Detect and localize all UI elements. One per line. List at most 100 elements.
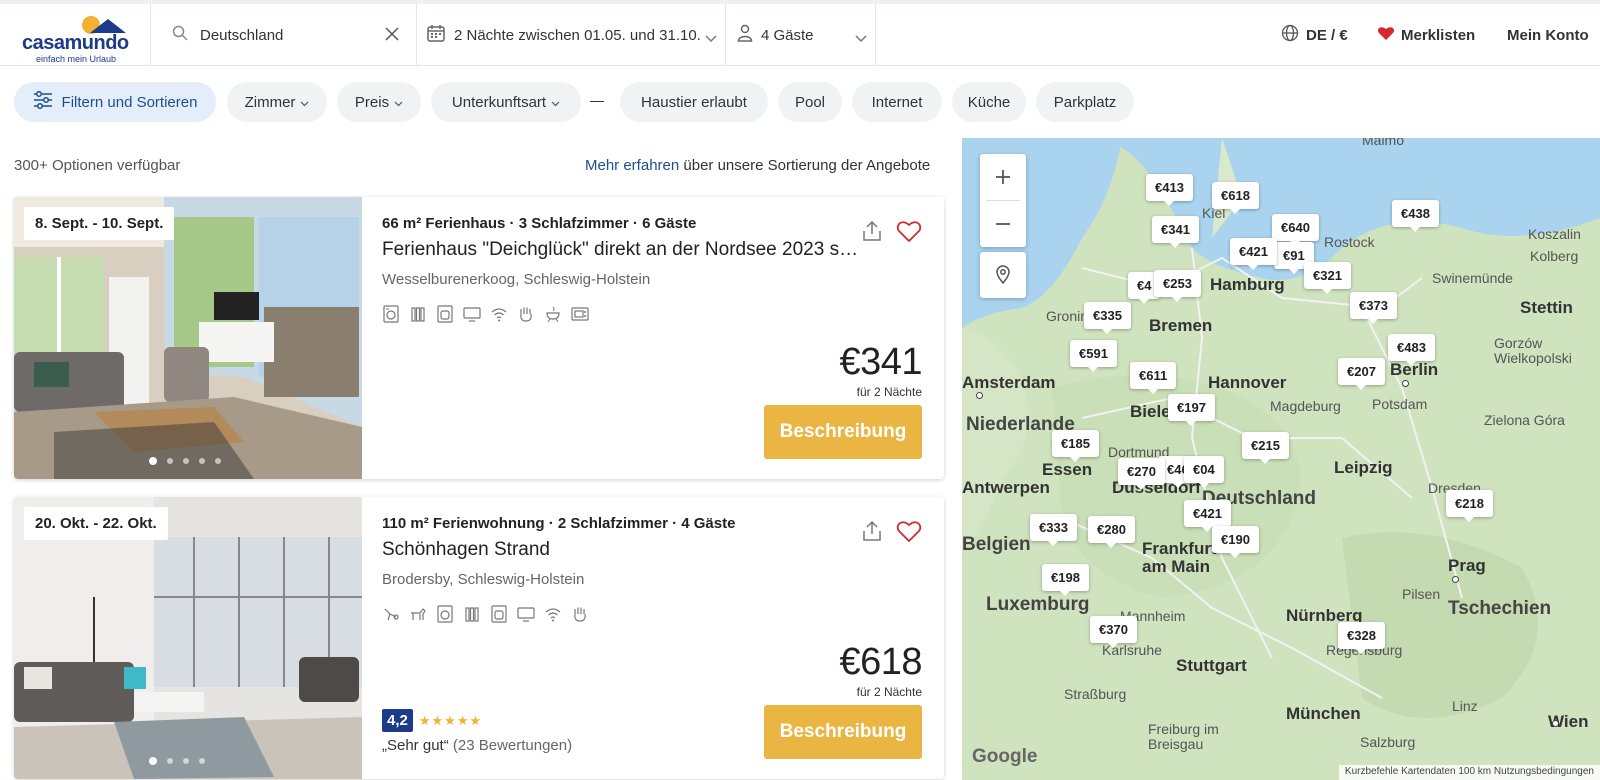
carousel-dot[interactable] <box>149 757 157 765</box>
internet-filter[interactable]: Internet <box>852 82 942 122</box>
account-button[interactable]: Mein Konto <box>1507 4 1589 66</box>
city-label: Kolberg <box>1530 248 1579 264</box>
pool-filter[interactable]: Pool <box>778 82 842 122</box>
city-label: Amsterdam <box>962 373 1056 392</box>
price-pin[interactable]: €591 <box>1070 340 1117 372</box>
description-button[interactable]: Beschreibung <box>764 405 922 459</box>
rating-stars-icon: ★★★★★ <box>418 712 483 728</box>
casamundo-logo[interactable]: casamundo einfach mein Urlaub <box>22 14 132 64</box>
carousel-dot[interactable] <box>149 457 157 465</box>
tv-icon <box>463 305 481 323</box>
price-pin[interactable]: €198 <box>1042 564 1089 596</box>
favorite-heart-icon[interactable] <box>896 519 922 548</box>
rooms-filter[interactable]: Zimmer <box>227 82 327 122</box>
price-pin[interactable]: €215 <box>1242 432 1289 464</box>
chevron-down-icon <box>855 30 867 48</box>
close-icon[interactable] <box>384 26 400 47</box>
date-badge: 20. Okt. - 22. Okt. <box>24 507 168 540</box>
price-pin[interactable]: €04 <box>1184 456 1224 488</box>
wishlists-button[interactable]: Merklisten <box>1377 4 1475 66</box>
carousel-dot[interactable] <box>199 758 205 764</box>
price-pin[interactable]: €197 <box>1168 394 1215 426</box>
pool-filter-label: Pool <box>794 93 826 111</box>
city-label: Hannover <box>1208 373 1287 392</box>
carousel-dot[interactable] <box>199 458 205 464</box>
city-label: Stettin <box>1520 298 1573 317</box>
price-pin[interactable]: €185 <box>1052 430 1099 462</box>
zoom-in-button[interactable] <box>980 154 1026 200</box>
price-pin[interactable]: €218 <box>1446 490 1493 522</box>
search-input[interactable]: Deutschland <box>200 27 283 44</box>
price-pin[interactable]: €190 <box>1212 526 1259 558</box>
price-filter[interactable]: Preis <box>337 82 421 122</box>
listing-title[interactable]: Schönhagen Strand <box>382 539 862 561</box>
sort-info-link[interactable]: Mehr erfahren <box>585 157 679 174</box>
price-pin[interactable]: €483 <box>1388 334 1435 366</box>
language-currency-button[interactable]: DE / € <box>1281 4 1348 66</box>
listing-card[interactable]: 20. Okt. - 22. Okt. 110 m² Ferienwohnung… <box>14 497 944 779</box>
price-pin[interactable]: €618 <box>1212 182 1259 214</box>
price-pin[interactable]: €370 <box>1090 616 1137 648</box>
carousel-dot[interactable] <box>183 458 189 464</box>
share-icon[interactable] <box>860 519 884 548</box>
description-button[interactable]: Beschreibung <box>764 705 922 759</box>
map-attribution[interactable]: Kurzbefehle Kartendaten 100 km Nutzungsb… <box>1338 765 1600 780</box>
price-pin[interactable]: €421 <box>1230 238 1277 270</box>
share-icon[interactable] <box>860 219 884 248</box>
price-pin[interactable]: €328 <box>1338 622 1385 654</box>
price-pin[interactable]: €438 <box>1392 200 1439 232</box>
rating-badge: 4,2 <box>382 709 413 732</box>
price-pin[interactable]: €421 <box>1184 500 1231 532</box>
rating-verdict: „Sehr gut“ <box>382 737 449 754</box>
location-pin-button[interactable] <box>980 252 1026 298</box>
results-map[interactable]: Kiel Rostock Koszalin Kolberg Swinemünde… <box>962 138 1600 780</box>
amenities-row <box>382 305 589 323</box>
city-label: Potsdam <box>1372 396 1428 412</box>
property-type-filter-label: Unterkunftsart <box>451 93 547 111</box>
price-pin[interactable]: €611 <box>1130 362 1177 394</box>
carousel-dot[interactable] <box>167 758 173 764</box>
listing-title[interactable]: Ferienhaus "Deichglück" direkt an der No… <box>382 239 862 261</box>
filter-sort-button[interactable]: Filtern und Sortieren <box>14 82 216 122</box>
price-pin[interactable]: €373 <box>1350 292 1397 324</box>
price-pin[interactable]: €321 <box>1304 262 1351 294</box>
property-type-filter[interactable]: Unterkunftsart <box>431 82 581 122</box>
carousel-dot[interactable] <box>183 758 189 764</box>
price-pin[interactable]: €335 <box>1084 302 1131 334</box>
listing-photo[interactable]: 8. Sept. - 10. Sept. <box>14 197 362 479</box>
kitchen-filter[interactable]: Küche <box>952 82 1026 122</box>
city-label: Stuttgart <box>1176 656 1247 675</box>
city-label: Pilsen <box>1402 586 1441 602</box>
city-label: Essen <box>1042 460 1093 479</box>
guests-picker[interactable]: 4 Gäste <box>727 4 875 66</box>
pets-filter[interactable]: Haustier erlaubt <box>620 82 768 122</box>
listing-photo[interactable]: 20. Okt. - 22. Okt. <box>14 497 362 779</box>
price-pin[interactable]: €280 <box>1088 516 1135 548</box>
chevron-down-icon <box>394 94 403 111</box>
date-badge: 8. Sept. - 10. Sept. <box>24 207 175 240</box>
price-pin[interactable]: €640 <box>1272 214 1319 246</box>
price-pin[interactable]: €270 <box>1118 458 1165 490</box>
city-label: Straßburg <box>1064 686 1127 702</box>
city-label: Gorzów Wielkopolski <box>1494 335 1572 366</box>
parking-filter[interactable]: Parkplatz <box>1036 82 1134 122</box>
sliders-icon <box>33 90 53 113</box>
listing-card[interactable]: 8. Sept. - 10. Sept. 66 m² Ferienhaus · … <box>14 197 944 479</box>
carousel-dot[interactable] <box>167 458 173 464</box>
price-pin[interactable]: €413 <box>1146 174 1193 206</box>
wifi-icon <box>544 605 562 623</box>
price-pin[interactable]: €341 <box>1152 216 1199 248</box>
city-label: Linz <box>1452 698 1478 714</box>
destination-search[interactable]: Deutschland <box>152 4 414 66</box>
favorite-heart-icon[interactable] <box>896 219 922 248</box>
price-pin[interactable]: €253 <box>1154 270 1201 302</box>
rating-text: „Sehr gut“ (23 Bewertungen) <box>382 737 572 754</box>
account-label: Mein Konto <box>1507 26 1589 44</box>
carousel-dot[interactable] <box>215 458 221 464</box>
price-pin[interactable]: €207 <box>1338 358 1385 390</box>
zoom-out-button[interactable] <box>980 201 1026 247</box>
price-pin[interactable]: €333 <box>1030 514 1077 546</box>
carousel-dots[interactable] <box>149 757 205 765</box>
carousel-dots[interactable] <box>149 457 221 465</box>
date-picker[interactable]: 2 Nächte zwischen 01.05. und 31.10. <box>418 4 723 66</box>
